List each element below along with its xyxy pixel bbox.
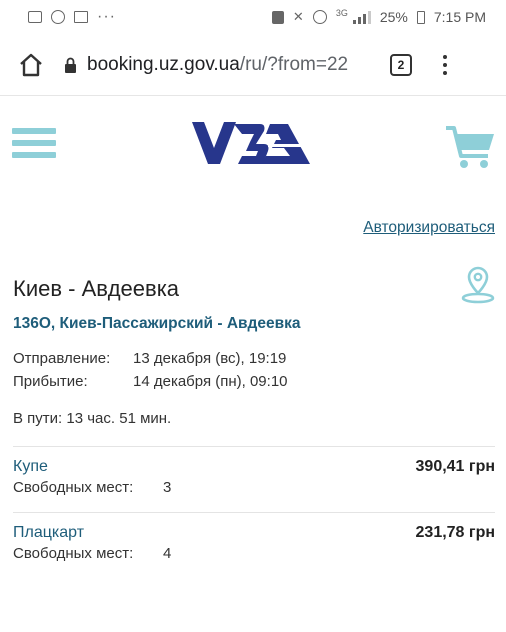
arrival-label: Прибытие: [13, 373, 88, 390]
network-type: 3G [335, 8, 348, 18]
tab-count: 2 [397, 57, 405, 72]
browser-menu-icon[interactable] [442, 54, 448, 75]
hamburger-menu-icon[interactable] [12, 128, 56, 162]
mute-icon: ✕ [292, 9, 304, 24]
class-price: 231,78 грн [415, 524, 495, 541]
clock: 7:15 PM [433, 9, 486, 25]
seats-label: Свободных мест: [13, 479, 134, 496]
arrival-row: Прибытие: 14 декабря (пн), 09:10 [13, 370, 288, 393]
messenger-icon [51, 10, 65, 24]
train-link[interactable]: 136О, Киев-Пассажирский - Авдеевка [13, 315, 301, 333]
class-price: 390,41 грн [415, 458, 495, 475]
more-dots-icon: ··· [97, 8, 116, 25]
url-host: booking.uz.gov.ua [87, 53, 240, 75]
class-option-platskart[interactable]: Плацкарт 231,78 грн Свободных мест: 4 [13, 524, 495, 568]
schedule: Отправление: 13 декабря (вс), 19:19 Приб… [13, 347, 288, 393]
map-pin-icon[interactable] [460, 266, 496, 304]
cart-icon[interactable] [444, 122, 496, 170]
class-name[interactable]: Купе [13, 458, 48, 476]
status-left: ··· [28, 8, 116, 26]
arrival-value: 14 декабря (пн), 09:10 [133, 373, 288, 390]
seats-label: Свободных мест: [13, 545, 134, 562]
seats-row: Свободных мест: 3 [13, 479, 171, 496]
url-path: /ru/?from=22 [239, 53, 349, 75]
seats-count: 4 [163, 545, 172, 562]
departure-label: Отправление: [13, 350, 111, 367]
sim-icon [271, 10, 284, 24]
divider [13, 446, 495, 447]
class-option-kupe[interactable]: Купе 390,41 грн Свободных мест: 3 [13, 458, 495, 502]
departure-value: 13 декабря (вс), 19:19 [133, 350, 287, 367]
seats-row: Свободных мест: 4 [13, 545, 171, 562]
seats-count: 3 [163, 479, 172, 496]
departure-row: Отправление: 13 декабря (вс), 19:19 [13, 347, 288, 370]
battery-icon [416, 10, 425, 24]
alarm-icon [312, 10, 327, 24]
uz-logo[interactable] [190, 120, 312, 166]
browser-toolbar: booking.uz.gov.ua/ru/?from=22 2 [0, 34, 506, 96]
divider [13, 512, 495, 513]
route-title: Киев - Авдеевка [13, 276, 180, 301]
login-link[interactable]: Авторизироваться [363, 219, 495, 237]
signal-icon [351, 10, 371, 24]
battery-percent: 25% [379, 9, 408, 25]
travel-duration: В пути: 13 час. 51 мин. [13, 410, 172, 427]
home-icon[interactable] [18, 52, 44, 78]
news-icon [28, 11, 42, 23]
class-name[interactable]: Плацкарт [13, 524, 84, 542]
tab-switcher-button[interactable]: 2 [390, 53, 412, 76]
gallery-icon [74, 11, 88, 23]
url-field[interactable]: booking.uz.gov.ua/ru/?from=22 [87, 54, 372, 76]
lock-icon [65, 57, 76, 73]
status-right: ✕ 3G 25% 7:15 PM [271, 8, 486, 25]
status-bar: ··· ✕ 3G 25% 7:15 PM [0, 0, 506, 34]
